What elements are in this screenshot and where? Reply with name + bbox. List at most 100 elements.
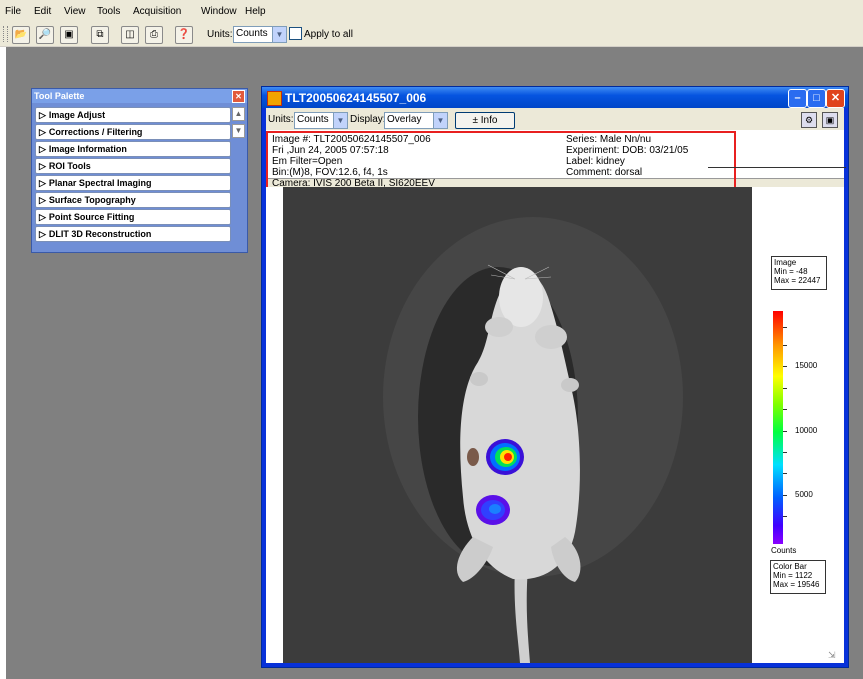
palette-item-planar-spectral-imaging[interactable]: ▷ Planar Spectral Imaging [35,175,231,191]
colorbar-tick [783,345,787,346]
display-label: Display: [350,114,386,125]
units-value: Counts [297,114,329,125]
camera-icon[interactable]: ▣ [822,112,838,128]
colorbar-tick [783,327,787,328]
image-controls-bar: Units: Counts ▼ Display: Overlay ▼ ± Inf… [266,108,844,130]
units-select[interactable]: Counts ▼ [294,112,348,129]
info-toggle-button[interactable]: ± Info [455,112,515,129]
palette-item-point-source-fitting[interactable]: ▷ Point Source Fitting [35,209,231,225]
image-window-titlebar[interactable]: TLT20050624145507_006 – □ ✕ [262,87,848,108]
toolbar-units-label: Units: [207,29,233,40]
menu-tools[interactable]: Tools [97,6,120,17]
colorbar-label-5000: 5000 [795,490,813,499]
palette-item-label: DLIT 3D Reconstruction [48,229,152,239]
palette-item-surface-topography[interactable]: ▷ Surface Topography [35,192,231,208]
expand-arrow-icon: ▷ [39,127,46,137]
palette-item-corrections-filtering[interactable]: ▷ Corrections / Filtering [35,124,231,140]
palette-item-label: Image Adjust [48,110,106,120]
image-window-body: Units: Counts ▼ Display: Overlay ▼ ± Inf… [266,108,844,663]
colorbar-tick [783,431,787,432]
mouse-overlay-image[interactable] [283,187,752,663]
info-experiment: Experiment: DOB: 03/21/05 [566,145,689,156]
maximize-icon[interactable]: □ [807,89,826,108]
palette-item-label: Corrections / Filtering [48,127,143,137]
print-preview-icon[interactable]: ◫ [121,26,139,44]
expand-arrow-icon: ▷ [39,144,46,154]
colorbar-tick [783,388,787,389]
close-icon[interactable]: ✕ [826,89,845,108]
browse-icon[interactable]: 🔎 [36,26,54,44]
palette-item-label: ROI Tools [48,161,91,171]
palette-item-roi-tools[interactable]: ▷ ROI Tools [35,158,231,174]
copy-icon[interactable]: ⧉ [91,26,109,44]
adjust-image-icon[interactable]: ⚙ [801,112,817,128]
chevron-down-icon[interactable]: ▼ [333,113,347,128]
expand-arrow-icon: ▷ [39,178,46,188]
display-value: Overlay [387,114,422,125]
menu-edit[interactable]: Edit [34,6,51,17]
expand-arrow-icon: ▷ [39,229,46,239]
mouse-photo-graphic [283,187,752,663]
colorbar-tick [783,516,787,517]
apply-to-all-checkbox[interactable] [289,27,302,40]
menu-view[interactable]: View [64,6,86,17]
info-em-filter: Em Filter=Open [272,156,343,167]
colorbar-units: Counts [771,546,797,555]
chevron-down-icon[interactable]: ▼ [272,27,286,42]
units-label: Units: [268,114,294,125]
toolbar-units-select[interactable]: Counts ▼ [233,26,287,43]
apply-to-all-label: Apply to all [304,29,353,40]
app-icon [267,91,282,106]
image-window-title: TLT20050624145507_006 [285,91,427,105]
palette-item-label: Point Source Fitting [48,212,135,222]
colorbar-tick [783,473,787,474]
colorbar-tick [783,452,787,453]
palette-item-dlit-3d-reconstruction[interactable]: ▷ DLIT 3D Reconstruction [35,226,231,242]
display-select[interactable]: Overlay ▼ [384,112,448,129]
tool-palette-titlebar[interactable]: Tool Palette ✕ [32,89,247,103]
scroll-up-icon[interactable]: ▲ [232,107,245,121]
close-icon[interactable]: ✕ [232,90,245,103]
menu-help[interactable]: Help [245,6,266,17]
menu-file[interactable]: File [5,6,21,17]
print-icon[interactable]: ⎙ [145,26,163,44]
expand-arrow-icon: ▷ [39,195,46,205]
palette-item-image-information[interactable]: ▷ Image Information [35,141,231,157]
chevron-down-icon[interactable]: ▼ [433,113,447,128]
palette-item-label: Planar Spectral Imaging [48,178,152,188]
image-stats-max: Max = 22447 [774,276,821,285]
colorbar-tick [783,495,787,496]
menu-bar: File Edit View Tools Acquisition Window … [0,0,863,22]
image-stats-box: Image Min = -48 Max = 22447 [771,256,827,290]
menu-acquisition[interactable]: Acquisition [133,6,181,17]
save-icon[interactable]: ▣ [60,26,78,44]
expand-arrow-icon: ▷ [39,110,46,120]
resize-grip-icon[interactable]: ⇲ [828,650,838,660]
info-highlight-box: Image #: TLT20050624145507_006 Fri ,Jun … [266,131,736,193]
colorbar-stats-min: Min = 1122 [773,571,813,580]
callout-line [708,167,846,168]
help-pointer-icon[interactable]: ❓ [175,26,193,44]
palette-item-label: Image Information [48,144,127,154]
colorbar-stats-title: Color Bar [773,562,807,571]
image-info-panel: Image #: TLT20050624145507_006 Fri ,Jun … [266,130,844,193]
menu-window[interactable]: Window [201,6,237,17]
info-image-number: Image #: TLT20050624145507_006 [272,134,431,145]
palette-item-image-adjust[interactable]: ▷ Image Adjust [35,107,231,123]
image-canvas: Image Min = -48 Max = 22447 [266,187,844,663]
info-date: Fri ,Jun 24, 2005 07:57:18 [272,145,389,156]
image-stats-min: Min = -48 [774,267,808,276]
colorbar-stats-max: Max = 19546 [773,580,820,589]
scroll-down-icon[interactable]: ▼ [232,124,245,138]
tool-palette-title: Tool Palette [34,91,85,101]
minimize-icon[interactable]: – [788,89,807,108]
colorbar-stats-box: Color Bar Min = 1122 Max = 19546 [770,560,826,594]
open-folder-icon[interactable]: 📂 [12,26,30,44]
info-label: Label: kidney [566,156,625,167]
info-bin-fov: Bin:(M)8, FOV:12.6, f4, 1s [272,167,388,178]
expand-arrow-icon: ▷ [39,212,46,222]
tool-palette: Tool Palette ✕ ▷ Image Adjust ▲ ▷ Correcti… [31,88,248,253]
toolbar-grip[interactable] [3,26,8,42]
color-scale-bar [773,311,783,544]
expand-arrow-icon: ▷ [39,161,46,171]
